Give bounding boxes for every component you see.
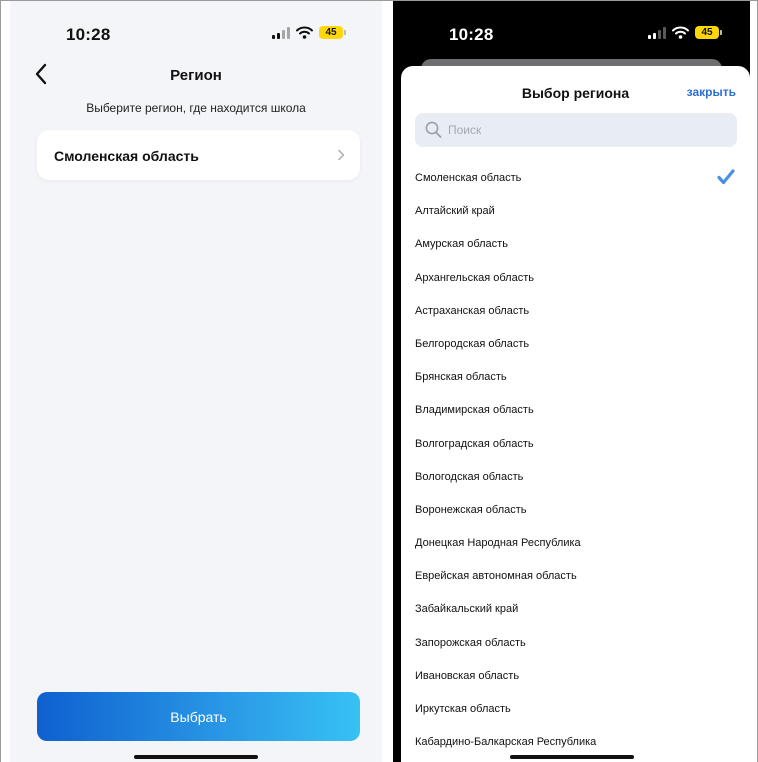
checkmark-icon [717,169,735,185]
cellular-signal-icon [272,26,290,39]
cellular-signal-icon [648,26,666,39]
region-name: Владимирская область [415,404,534,417]
region-name: Воронежская область [415,503,527,516]
wifi-icon [296,26,313,39]
region-name: Забайкальский край [415,603,519,616]
region-name: Еврейская автономная область [415,570,577,583]
region-list-item[interactable]: Астраханская область [401,295,750,328]
region-name: Архангельская область [415,271,534,284]
region-list-item[interactable]: Забайкальский край [401,593,750,626]
page-title: Регион [170,67,222,84]
status-icons: 45 [648,26,722,39]
selected-region-card[interactable]: Смоленская область [37,130,360,180]
close-button[interactable]: закрыть [687,85,736,99]
region-name: Брянская область [415,371,507,384]
region-picker-screen: 10:28 45 Выбор региона закрыть Поиск Смо… [393,1,750,762]
region-list-item[interactable]: Вологодская область [401,461,750,494]
status-time: 10:28 [66,25,111,44]
region-list-item[interactable]: Амурская область [401,228,750,261]
select-button[interactable]: Выбрать [37,692,360,741]
battery-level: 45 [695,26,719,39]
region-list-item[interactable]: Еврейская автономная область [401,560,750,593]
region-name: Волгоградская область [415,437,534,450]
region-name: Астраханская область [415,304,530,317]
region-name: Амурская область [415,238,508,251]
region-list-item[interactable]: Воронежская область [401,494,750,527]
region-list-item[interactable]: Архангельская область [401,262,750,295]
region-list-item[interactable]: Ивановская область [401,660,750,693]
region-name: Запорожская область [415,636,526,649]
region-list-item[interactable]: Запорожская область [401,627,750,660]
region-name: Иркутская область [415,703,511,715]
region-list-item[interactable]: Владимирская область [401,394,750,427]
region-list-item[interactable]: Волгоградская область [401,428,750,461]
region-screen: 10:28 45 Регион Выберите регион, где нах… [10,1,382,762]
status-time: 10:28 [449,25,494,44]
status-bar: 10:28 45 [10,1,382,51]
screenshot-border-left [0,0,1,762]
region-list-item[interactable]: Донецкая Народная Республика [401,527,750,560]
home-indicator [510,755,634,759]
region-name: Ивановская область [415,669,520,682]
status-bar: 10:28 45 [393,1,750,51]
home-indicator [134,755,258,759]
region-name: Вологодская область [415,470,524,483]
region-name: Смоленская область [415,172,522,184]
battery-icon: 45 [319,26,346,39]
search-icon [425,121,442,138]
region-list-item[interactable]: Смоленская область [401,162,750,195]
region-name: Белгородская область [415,337,530,350]
region-list-item[interactable]: Иркутская область [401,693,750,726]
region-name: Кабардино-Балкарская Республика [415,736,597,749]
battery-level: 45 [319,26,343,39]
region-list: Смоленская область Алтайский край Амурская… [401,162,750,759]
region-name: Алтайский край [415,205,495,218]
selected-region-label: Смоленская область [54,148,199,164]
chevron-right-icon [338,149,345,161]
region-name: Донецкая Народная Республика [415,537,581,550]
search-placeholder: Поиск [448,123,482,137]
battery-icon: 45 [695,26,722,39]
instruction-text: Выберите регион, где находится школа [86,101,306,115]
region-picker-sheet: Выбор региона закрыть Поиск Смоленская о… [401,66,750,762]
region-list-item[interactable]: Алтайский край [401,195,750,228]
nav-bar: Регион [10,57,382,91]
search-input[interactable]: Поиск [415,113,737,147]
region-list-item[interactable]: Белгородская область [401,328,750,361]
wifi-icon [672,26,689,39]
status-icons: 45 [272,26,346,39]
region-list-item[interactable]: Брянская область [401,361,750,394]
